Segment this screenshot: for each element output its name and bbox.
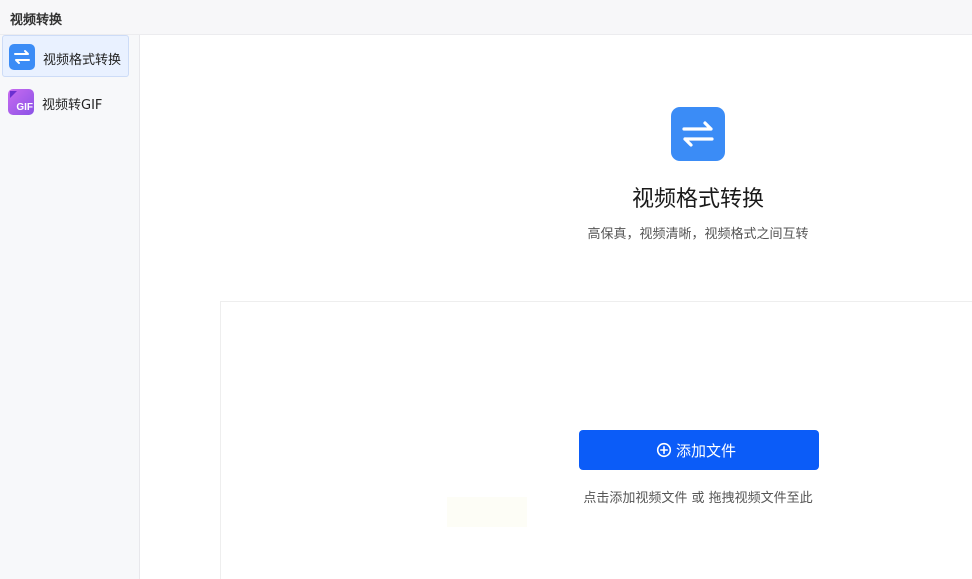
gif-icon: GIF [8, 89, 34, 115]
sidebar-item-video-format-convert[interactable]: 视频格式转换 [2, 35, 129, 77]
sidebar-item-label: 视频转GIF [42, 98, 103, 113]
drop-hint: 点击添加视频文件 或 拖拽视频文件至此 [583, 491, 813, 506]
title-bar: 视频转换 [0, 0, 972, 35]
sidebar-item-video-to-gif[interactable]: GIF 视频转GIF [2, 81, 129, 123]
sidebar-item-label: 视频格式转换 [43, 53, 122, 68]
add-file-button[interactable]: 添加文件 [579, 430, 819, 470]
page-subtitle: 高保真，视频清晰，视频格式之间互转 [587, 227, 809, 242]
swap-arrows-icon [9, 44, 35, 70]
sidebar: 视频格式转换 GIF 视频转GIF [0, 35, 140, 579]
page-title: 视频格式转换 [631, 187, 764, 212]
drop-zone-decoration [447, 497, 527, 527]
plus-circle-icon [656, 442, 672, 458]
swap-arrows-icon [671, 107, 725, 161]
add-file-button-label: 添加文件 [676, 442, 737, 460]
window-title: 视频转换 [10, 13, 63, 28]
